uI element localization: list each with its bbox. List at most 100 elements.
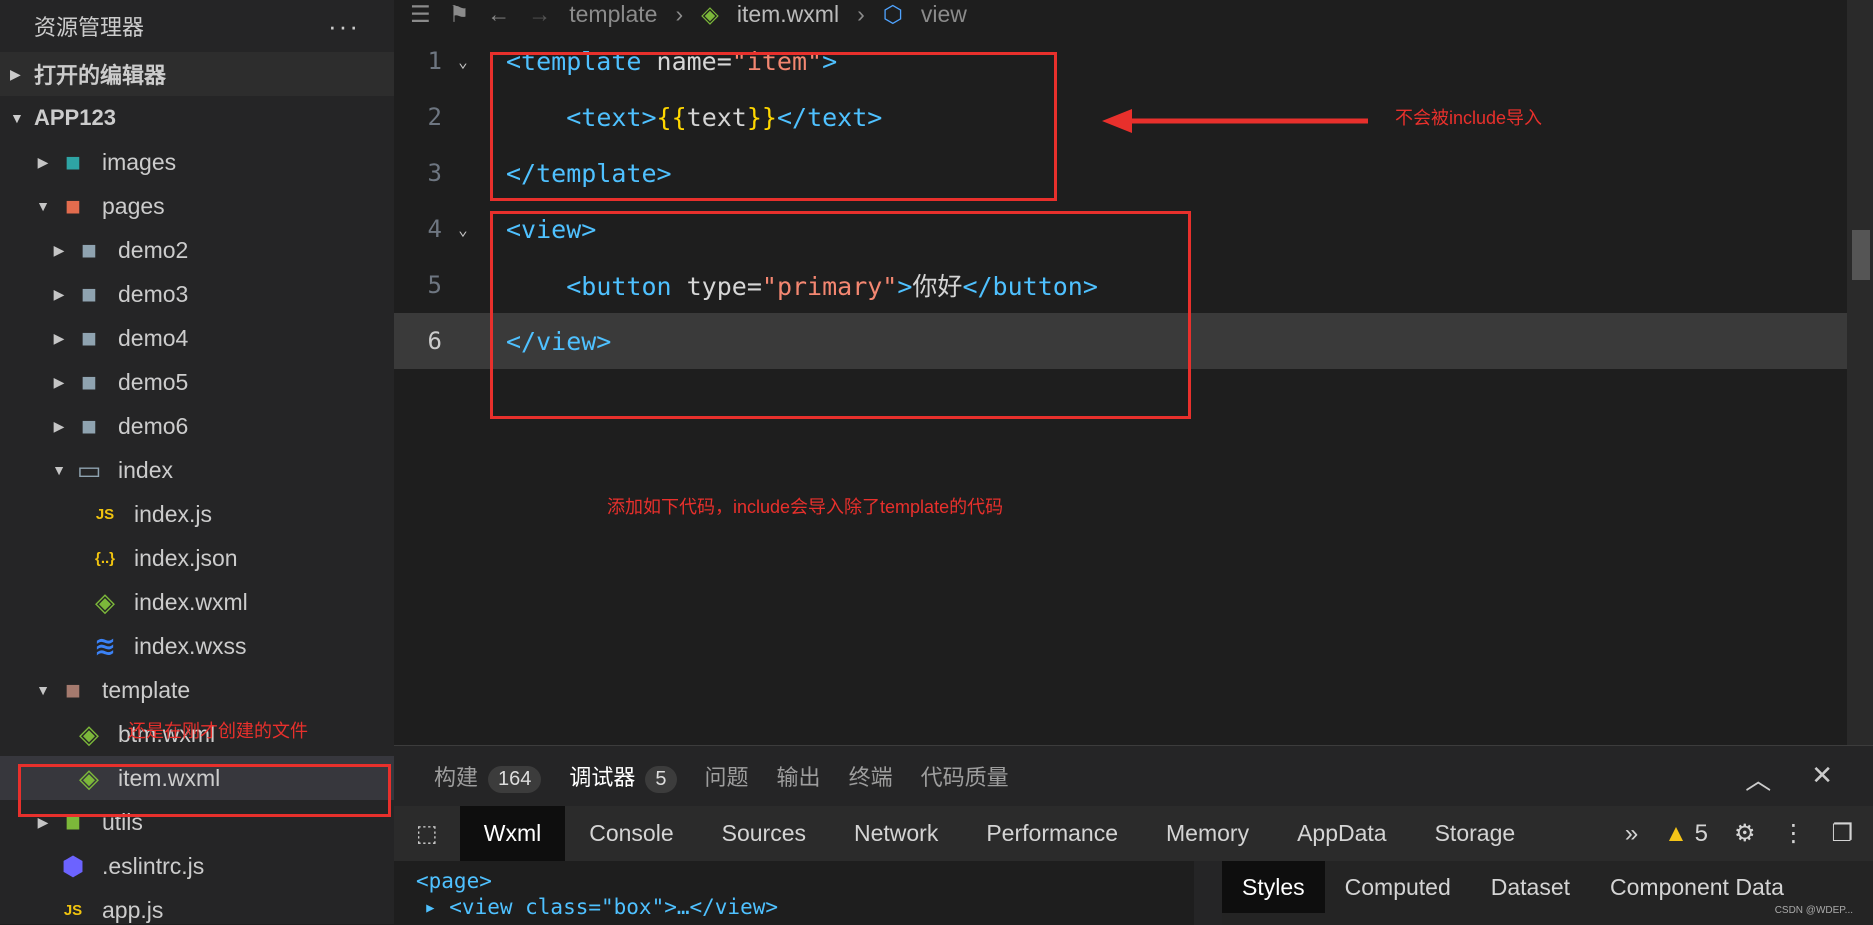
devtools-tab[interactable]: Storage — [1411, 806, 1540, 861]
chevron-right-icon: ▶ — [53, 241, 65, 258]
code-line[interactable]: 5 <button type="primary">你好</button> — [394, 257, 1873, 313]
tree-item[interactable]: ▶ ■ demo3 — [0, 272, 394, 316]
tree-item-label: demo5 — [118, 368, 189, 395]
dock-icon[interactable]: ❐ — [1831, 819, 1853, 848]
styles-tab[interactable]: Dataset — [1471, 861, 1590, 913]
devtools-right-controls: » ▲ 5 ⚙ ⋮ ❐ — [1625, 806, 1853, 861]
line-number: 1 — [427, 47, 442, 75]
tree-item-label: demo2 — [118, 236, 189, 263]
tree-item[interactable]: ▶ ■ demo6 — [0, 404, 394, 448]
dom-line[interactable]: <page> — [394, 861, 1194, 893]
code-token: </view> — [506, 326, 612, 356]
outline-icon[interactable]: ☰ — [410, 1, 431, 28]
editor-scrollbar[interactable] — [1847, 0, 1873, 745]
panel-tab[interactable]: 调试器 5 — [569, 760, 677, 793]
code-token: }} — [746, 102, 777, 132]
watermark: CSDN @WDEP... — [1774, 905, 1853, 916]
breadcrumb-item[interactable]: item.wxml — [737, 1, 839, 28]
devtools-tab[interactable]: Memory — [1142, 806, 1273, 861]
more-actions-icon[interactable]: ··· — [328, 11, 360, 42]
code-line[interactable]: 6 </view> — [394, 313, 1873, 369]
styles-tab[interactable]: Styles — [1222, 861, 1325, 913]
scrollbar-thumb[interactable] — [1852, 230, 1870, 280]
tree-item[interactable]: ≋ index.wxss — [0, 624, 394, 668]
inspect-icon[interactable]: ⬚ — [394, 806, 460, 861]
tree-item[interactable]: ◈ item.wxml — [0, 756, 394, 800]
fold-chevron-icon[interactable]: ⌄ — [442, 52, 484, 71]
more-tabs-icon[interactable]: » — [1625, 820, 1638, 848]
tree-item[interactable]: ▼ ▭ index — [0, 448, 394, 492]
back-icon[interactable]: ← — [487, 1, 510, 28]
panel-tab[interactable]: 输出 — [777, 760, 821, 792]
cube-icon: ⬡ — [882, 0, 903, 27]
fold-chevron-icon[interactable]: ⌄ — [442, 220, 484, 239]
tree-item[interactable]: ▶ ■ demo2 — [0, 228, 394, 272]
panel-tab[interactable]: 代码质量 — [921, 760, 1009, 792]
panel-tab[interactable]: 构建 164 — [434, 760, 542, 793]
js-file-icon: JS — [95, 505, 115, 523]
collapse-panel-icon[interactable]: ︿ — [1745, 760, 1771, 797]
bookmark-icon[interactable]: ⚑ — [449, 1, 470, 28]
open-editors-section[interactable]: ▶ 打开的编辑器 — [0, 52, 394, 96]
breadcrumb-item[interactable]: view — [921, 1, 967, 28]
devtools-tab[interactable]: AppData — [1273, 806, 1411, 861]
chevron-right-icon: › — [857, 0, 865, 27]
chevron-down-icon: ▼ — [10, 110, 24, 126]
devtools-tab[interactable]: Wxml — [459, 806, 566, 861]
styles-tab[interactable]: Computed — [1325, 861, 1471, 913]
code-line[interactable]: 1 ⌄ <template name="item"> — [394, 33, 1873, 89]
tree-item[interactable]: {..} index.json — [0, 536, 394, 580]
code-token: > — [822, 46, 838, 76]
code-line[interactable]: 4 ⌄ <view> — [394, 201, 1873, 257]
close-panel-icon[interactable]: ✕ — [1811, 760, 1833, 797]
tree-item[interactable]: JS app.js — [0, 888, 394, 924]
warning-count: 5 — [1694, 819, 1708, 847]
devtools-tab[interactable]: Network — [830, 806, 962, 861]
section-label: 打开的编辑器 — [34, 63, 167, 88]
code-token: <view> — [506, 214, 597, 244]
tree-item[interactable]: JS index.js — [0, 492, 394, 536]
breadcrumb-item[interactable]: template — [569, 1, 657, 28]
warning-indicator[interactable]: ▲ 5 — [1664, 820, 1708, 848]
chevron-right-icon: ▶ — [10, 65, 21, 82]
eslint-file-icon: ⬢ — [61, 850, 85, 881]
chevron-down-icon: ▼ — [52, 462, 66, 478]
warning-icon: ▲ — [1664, 819, 1688, 847]
tree-item[interactable]: ◈ index.wxml — [0, 580, 394, 624]
folder-icon: ■ — [81, 322, 97, 353]
project-section[interactable]: ▼ APP123 — [0, 96, 394, 140]
styles-tab[interactable]: Component Data — [1590, 861, 1804, 913]
code-token: {{ — [656, 102, 687, 132]
tree-item[interactable]: ▶ ■ demo5 — [0, 360, 394, 404]
devtools-tab[interactable]: Sources — [698, 806, 830, 861]
tree-item[interactable]: ⬢ .eslintrc.js — [0, 844, 394, 888]
tree-item[interactable]: ▶ ■ utils — [0, 800, 394, 844]
tree-item[interactable]: ▼ ■ pages — [0, 184, 394, 228]
code-token: </text> — [776, 102, 883, 132]
tree-item-label: app.js — [102, 896, 164, 923]
tree-item-label: images — [102, 148, 177, 175]
chevron-right-icon: ▶ — [53, 417, 65, 434]
wxml-dom-tree[interactable]: <page> ▸ <view class="box">…</view> — [394, 861, 1194, 925]
code-token: "item" — [731, 46, 823, 76]
explorer-title: 资源管理器 — [34, 15, 145, 40]
code-line[interactable]: 3 </template> — [394, 145, 1873, 201]
devtools-tab[interactable]: Console — [565, 806, 697, 861]
devtools-tab[interactable]: Performance — [962, 806, 1142, 861]
panel-tab[interactable]: 问题 — [705, 760, 749, 792]
tree-item-label: template — [102, 676, 191, 703]
tree-item[interactable]: ▶ ■ images — [0, 140, 394, 184]
tree-item-label: index.js — [134, 500, 212, 527]
code-token: </template> — [506, 158, 672, 188]
kebab-menu-icon[interactable]: ⋮ — [1781, 819, 1805, 848]
gear-icon[interactable]: ⚙ — [1734, 819, 1756, 848]
chevron-right-icon: ▶ — [37, 813, 49, 830]
utils-folder-icon: ■ — [65, 806, 81, 837]
tree-item[interactable]: ▶ ■ demo4 — [0, 316, 394, 360]
line-number: 3 — [427, 159, 442, 187]
forward-icon[interactable]: → — [528, 1, 551, 28]
tree-item[interactable]: ▼ ■ template — [0, 668, 394, 712]
dom-line[interactable]: ▸ <view class="box">…</view> — [394, 893, 1194, 919]
panel-tab-label: 代码质量 — [920, 765, 1009, 790]
panel-tab[interactable]: 终端 — [849, 760, 893, 792]
